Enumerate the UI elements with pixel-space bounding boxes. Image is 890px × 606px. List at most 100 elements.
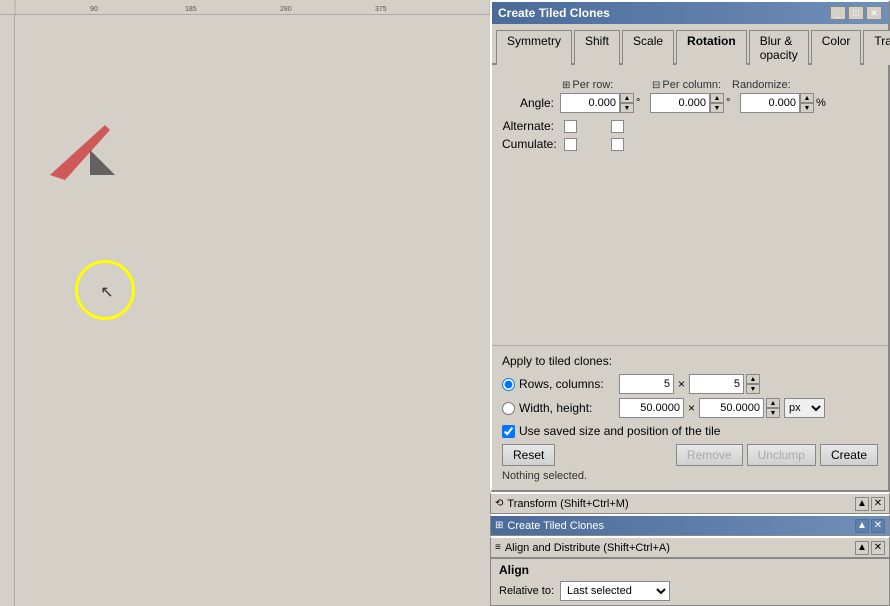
align-panel-bar: ≡ Align and Distribute (Shift+Ctrl+A) ▲ …: [490, 536, 890, 558]
height-spinner: ▲ ▼: [766, 398, 780, 418]
angle-rand-up[interactable]: ▲: [800, 93, 814, 103]
align-icon: ≡: [495, 542, 501, 553]
alternate-label: Alternate:: [502, 119, 560, 133]
cols-down[interactable]: ▼: [746, 384, 760, 394]
width-height-radio[interactable]: [502, 402, 515, 415]
transform-icon: ⟲: [495, 498, 503, 509]
create-button[interactable]: Create: [820, 444, 878, 466]
tab-symmetry[interactable]: Symmetry: [496, 30, 572, 65]
align-panel-title: Align and Distribute (Shift+Ctrl+A): [505, 542, 670, 554]
close-button[interactable]: ✕: [866, 6, 882, 20]
tab-bar: Symmetry Shift Scale Rotation Blur & opa…: [492, 24, 888, 65]
tiled-clones-panel-bar: ⊞ Create Tiled Clones ▲ ✕: [490, 514, 890, 536]
angle-col-unit: °: [726, 97, 730, 109]
angle-rand-down[interactable]: ▼: [800, 103, 814, 113]
reset-button[interactable]: Reset: [502, 444, 555, 466]
per-row-header: ⊞ Per row:: [562, 79, 652, 91]
randomize-header: Randomize:: [732, 79, 812, 91]
tab-trace[interactable]: Trace: [863, 30, 890, 65]
canvas-area: 90 185 280 375 ↖: [0, 0, 490, 606]
dialog-titlebar: Create Tiled Clones _ □ ✕: [492, 2, 888, 24]
titlebar-buttons: _ □ ✕: [830, 6, 882, 20]
use-saved-size-checkbox[interactable]: [502, 425, 515, 438]
cumulate-col-checkbox[interactable]: [611, 138, 624, 151]
angle-label: Angle:: [502, 96, 560, 110]
tab-scale[interactable]: Scale: [622, 30, 674, 65]
cursor-indicator: ↖: [75, 260, 135, 320]
svg-text:375: 375: [375, 6, 387, 13]
transform-panel-left: ⟲ Transform (Shift+Ctrl+M): [495, 498, 629, 510]
cols-input[interactable]: [689, 374, 744, 394]
dialog-title: Create Tiled Clones: [498, 6, 610, 20]
use-saved-size-label: Use saved size and position of the tile: [519, 424, 720, 438]
bottom-panels: ⟲ Transform (Shift+Ctrl+M) ▲ ✕ ⊞ Create …: [490, 492, 890, 606]
tiled-clones-panel-title: Create Tiled Clones: [507, 520, 604, 532]
relative-to-label: Relative to:: [499, 585, 554, 597]
angle-per-row-down[interactable]: ▼: [620, 103, 634, 113]
x-separator: ×: [678, 377, 685, 391]
width-height-label: Width, height:: [519, 401, 619, 415]
tiled-clones-close-button[interactable]: ✕: [871, 519, 885, 533]
width-input[interactable]: [619, 398, 684, 418]
canvas-shape: [45, 115, 115, 185]
cols-spinner: ▲ ▼: [746, 374, 760, 394]
alternate-row-checkbox[interactable]: [564, 120, 577, 133]
angle-per-row-group: ▲ ▼ °: [560, 93, 650, 113]
transform-up-button[interactable]: ▲: [855, 497, 869, 511]
cumulate-checkboxes: [564, 138, 624, 151]
remove-button[interactable]: Remove: [676, 444, 743, 466]
tab-shift[interactable]: Shift: [574, 30, 620, 65]
x-separator-2: ×: [688, 401, 695, 415]
unit-select[interactable]: px mm cm: [784, 398, 825, 418]
angle-randomize-group: ▲ ▼ %: [740, 93, 830, 113]
angle-per-row-spinner: ▲ ▼: [620, 93, 634, 113]
rows-columns-row: Rows, columns: × ▲ ▼: [502, 374, 878, 394]
angle-per-row-up[interactable]: ▲: [620, 93, 634, 103]
height-down[interactable]: ▼: [766, 408, 780, 418]
angle-randomize-input[interactable]: [740, 93, 800, 113]
canvas-content: ↖: [15, 15, 490, 606]
action-row: Reset Remove Unclump Create: [502, 444, 878, 466]
svg-text:90: 90: [90, 6, 98, 13]
cols-up[interactable]: ▲: [746, 374, 760, 384]
height-up[interactable]: ▲: [766, 398, 780, 408]
angle-per-col-down[interactable]: ▼: [710, 103, 724, 113]
tiled-clones-up-button[interactable]: ▲: [855, 519, 869, 533]
ruler-top: 90 185 280 375: [0, 0, 490, 15]
align-close-button[interactable]: ✕: [871, 541, 885, 555]
height-input[interactable]: [699, 398, 764, 418]
tiled-clones-panel-left: ⊞ Create Tiled Clones: [495, 520, 604, 532]
align-panel-left: ≡ Align and Distribute (Shift+Ctrl+A): [495, 542, 670, 554]
transform-panel-bar: ⟲ Transform (Shift+Ctrl+M) ▲ ✕: [490, 492, 890, 514]
cumulate-row-checkbox[interactable]: [564, 138, 577, 151]
tab-blur-opacity[interactable]: Blur & opacity: [749, 30, 809, 65]
maximize-button[interactable]: □: [848, 6, 864, 20]
svg-text:185: 185: [185, 6, 197, 13]
rows-columns-radio[interactable]: [502, 378, 515, 391]
tab-rotation[interactable]: Rotation: [676, 30, 747, 65]
per-column-header: ⊟ Per column:: [652, 79, 732, 91]
angle-section: ⊞ Per row: ⊟ Per column: Randomize: Angl…: [502, 79, 878, 151]
angle-per-col-up[interactable]: ▲: [710, 93, 724, 103]
ruler-left: [0, 15, 15, 606]
angle-per-row-input[interactable]: [560, 93, 620, 113]
column-headers: ⊞ Per row: ⊟ Per column: Randomize:: [562, 79, 878, 91]
apply-label: Apply to tiled clones:: [502, 354, 878, 368]
width-height-row: Width, height: × ▲ ▼ px mm cm: [502, 398, 878, 418]
unclump-button[interactable]: Unclump: [747, 444, 816, 466]
cumulate-row: Cumulate:: [502, 137, 878, 151]
rows-input[interactable]: [619, 374, 674, 394]
status-message: Nothing selected.: [502, 470, 878, 482]
angle-row-unit: °: [636, 97, 640, 109]
minimize-button[interactable]: _: [830, 6, 846, 20]
transform-close-button[interactable]: ✕: [871, 497, 885, 511]
align-up-button[interactable]: ▲: [855, 541, 869, 555]
cumulate-label: Cumulate:: [502, 137, 560, 151]
relative-to-select[interactable]: Last selected First selected Page Drawin…: [560, 581, 670, 601]
rows-columns-label: Rows, columns:: [519, 377, 619, 391]
angle-per-col-group: ▲ ▼ °: [650, 93, 740, 113]
tab-color[interactable]: Color: [811, 30, 862, 65]
tiled-clones-icon: ⊞: [495, 520, 503, 531]
alternate-col-checkbox[interactable]: [611, 120, 624, 133]
angle-per-col-input[interactable]: [650, 93, 710, 113]
